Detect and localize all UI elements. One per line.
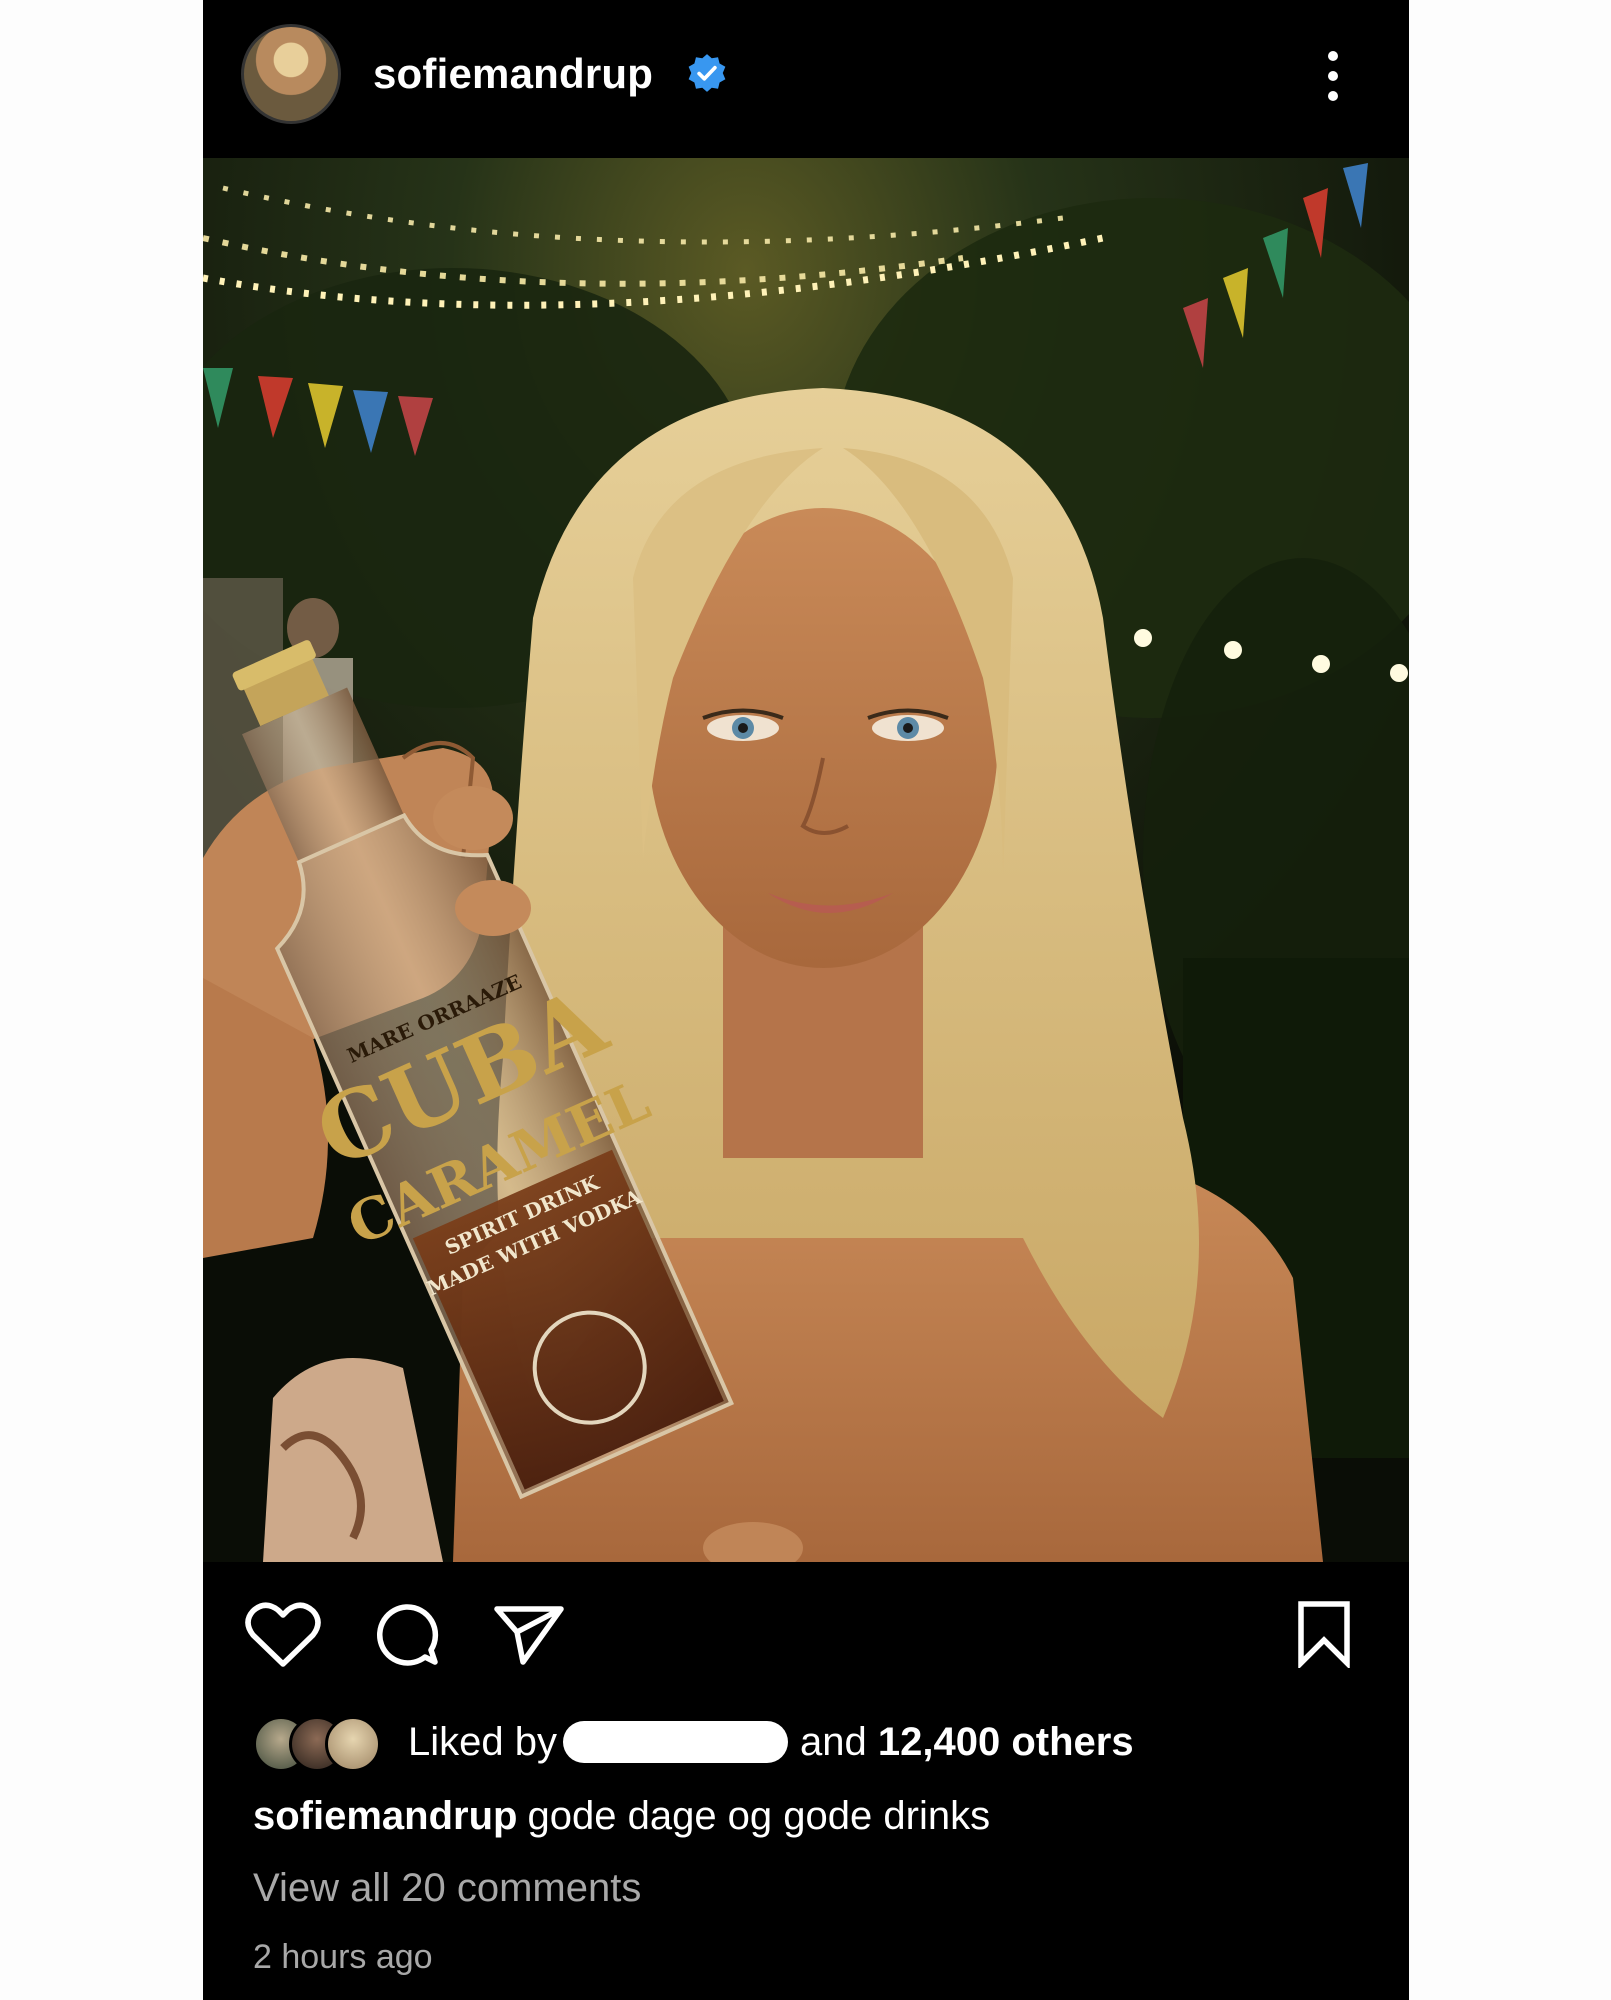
verified-badge-icon xyxy=(688,54,726,92)
likes-summary[interactable]: Liked by and 12,400 others xyxy=(408,1720,1134,1765)
avatar[interactable] xyxy=(241,24,341,124)
post-timestamp: 2 hours ago xyxy=(253,1938,433,1976)
liker-avatars[interactable] xyxy=(253,1714,393,1772)
likes-count: 12,400 others xyxy=(877,1720,1134,1764)
photo-illustration: MARE ORRAAZE CUBA CARAMEL SPIRIT DRINK M… xyxy=(203,158,1409,1562)
post-header: sofiemandrup xyxy=(203,0,1409,158)
instagram-post: sofiemandrup MARE ORRAAZE CUBA CARAMEL S… xyxy=(203,0,1409,2000)
caption-username[interactable]: sofiemandrup xyxy=(253,1794,517,1838)
more-vertical-icon[interactable] xyxy=(1318,46,1348,106)
post-image[interactable]: MARE ORRAAZE CUBA CARAMEL SPIRIT DRINK M… xyxy=(203,158,1409,1562)
send-icon[interactable] xyxy=(493,1604,565,1666)
caption-text: gode dage og gode drinks xyxy=(527,1794,991,1838)
liker-avatar xyxy=(325,1716,381,1772)
header-username[interactable]: sofiemandrup xyxy=(373,50,653,98)
caption: sofiemandrup gode dage og gode drinks xyxy=(253,1794,990,1839)
likes-row: Liked by and 12,400 others xyxy=(253,1714,1373,1772)
redacted-username xyxy=(562,1721,788,1763)
comment-icon[interactable] xyxy=(373,1602,439,1668)
heart-icon[interactable] xyxy=(245,1602,321,1668)
action-bar xyxy=(203,1562,1409,1692)
view-comments-link[interactable]: View all 20 comments xyxy=(253,1866,641,1911)
likes-prefix: Liked by xyxy=(408,1720,557,1764)
likes-middle: and xyxy=(799,1720,867,1764)
bookmark-icon[interactable] xyxy=(1296,1600,1352,1668)
